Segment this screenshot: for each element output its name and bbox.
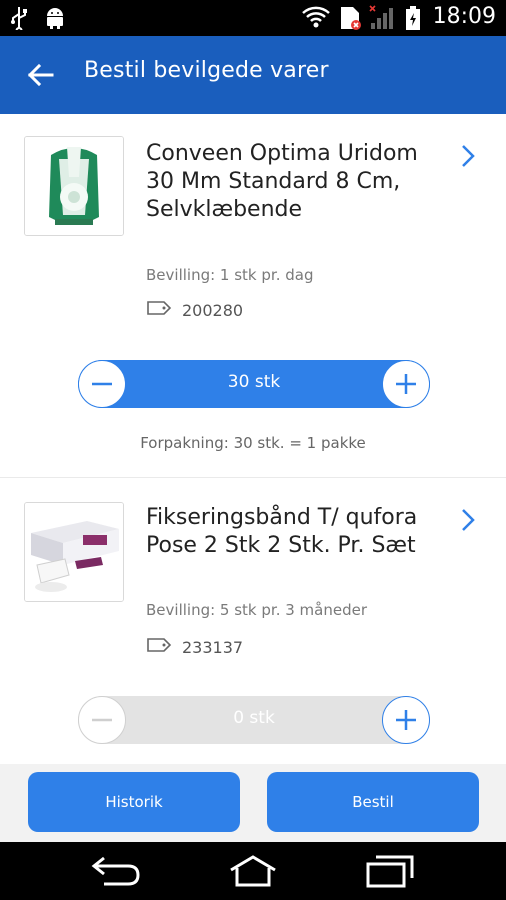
list-item[interactable]: Fikseringsbånd T/ qufora Pose 2 Stk 2 St…	[0, 478, 506, 764]
history-button[interactable]: Historik	[28, 772, 240, 832]
sim-icon	[339, 5, 361, 30]
tag-icon	[146, 637, 172, 657]
product-image	[24, 502, 124, 602]
product-name[interactable]: Conveen Optima Uridom 30 Mm Standard 8 C…	[146, 140, 436, 224]
android-debug-icon	[44, 6, 66, 30]
quantity-stepper[interactable]: 0 stk	[78, 696, 430, 744]
chevron-right-icon[interactable]	[458, 142, 478, 170]
nav-recents-icon[interactable]	[364, 854, 416, 888]
order-button[interactable]: Bestil	[267, 772, 479, 832]
status-bar: 18:09	[0, 0, 506, 36]
list-item[interactable]: Conveen Optima Uridom 30 Mm Standard 8 C…	[0, 114, 506, 478]
allowance-text: Bevilling: 5 stk pr. 3 måneder	[146, 601, 367, 619]
quantity-value: 0 stk	[233, 708, 275, 728]
page-title: Bestil bevilgede varer	[84, 58, 329, 83]
app-bar: Bestil bevilgede varer	[0, 36, 506, 114]
packaging-text: Forpakning: 30 stk. = 1 pakke	[140, 434, 366, 452]
product-number-value: 200280	[182, 300, 244, 320]
product-number: 233137	[146, 637, 243, 657]
quantity-stepper[interactable]: 30 stk	[78, 360, 430, 408]
product-number-value: 233137	[182, 637, 244, 657]
tag-icon	[146, 300, 172, 320]
product-number: 200280	[146, 300, 243, 320]
nav-back-icon[interactable]	[90, 854, 142, 888]
usb-icon	[10, 6, 32, 34]
quantity-value: 30 stk	[227, 372, 281, 392]
clock: 18:09	[432, 4, 496, 29]
product-image	[24, 136, 124, 236]
product-name[interactable]: Fikseringsbånd T/ qufora Pose 2 Stk 2 St…	[146, 504, 436, 560]
wifi-icon	[301, 5, 331, 29]
bottom-action-bar: Historik Bestil	[0, 764, 506, 842]
increase-button[interactable]	[382, 696, 430, 744]
battery-icon	[405, 5, 421, 30]
system-nav-bar	[0, 842, 506, 900]
product-list[interactable]: Conveen Optima Uridom 30 Mm Standard 8 C…	[0, 114, 506, 764]
signal-icon	[369, 4, 397, 29]
nav-home-icon[interactable]	[227, 854, 279, 888]
chevron-right-icon[interactable]	[458, 506, 478, 534]
back-arrow-icon[interactable]	[24, 58, 58, 92]
increase-button[interactable]	[382, 360, 430, 408]
allowance-text: Bevilling: 1 stk pr. dag	[146, 266, 314, 284]
